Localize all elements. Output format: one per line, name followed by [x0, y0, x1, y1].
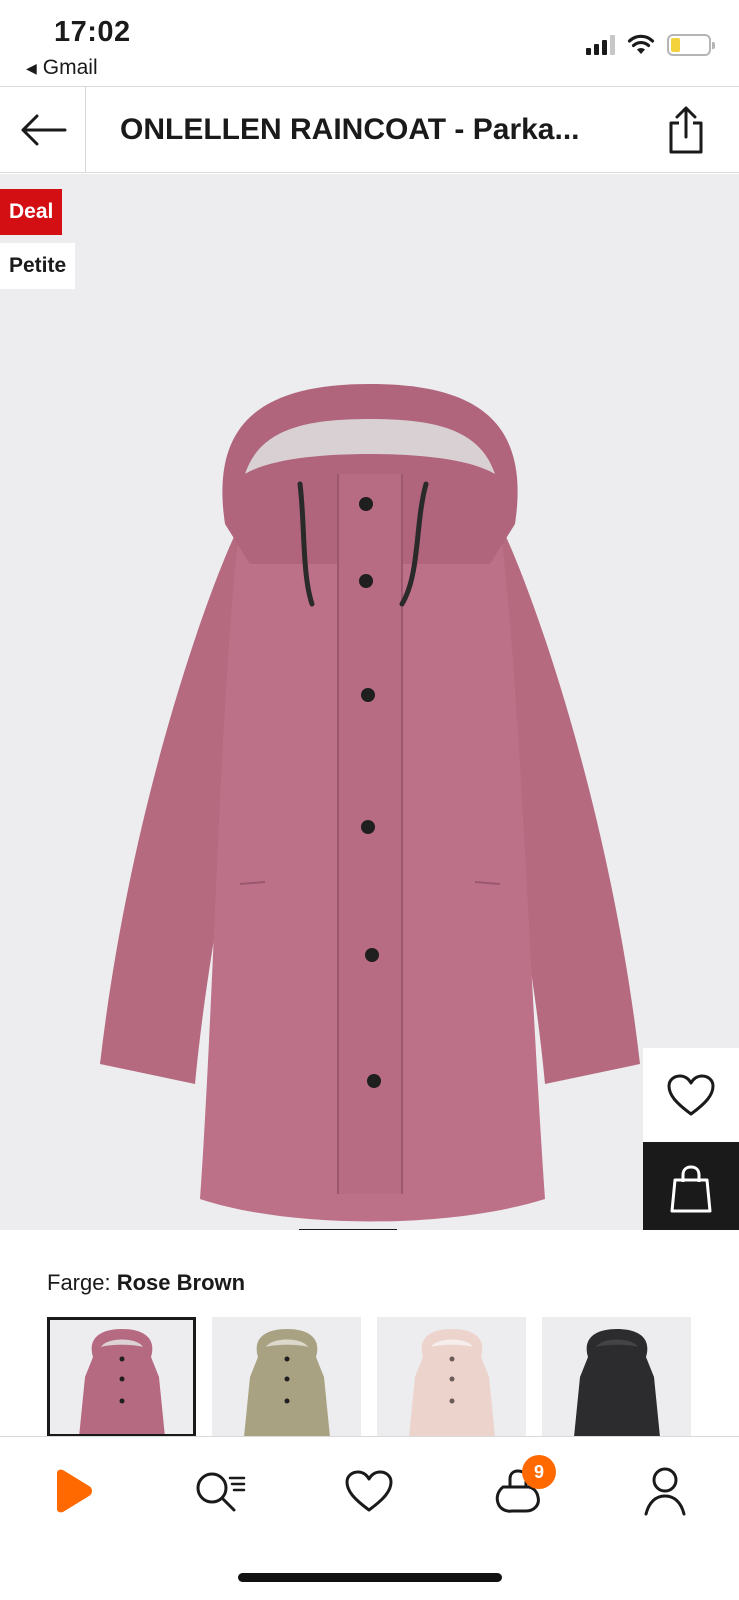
- home-indicator: [238, 1573, 502, 1582]
- system-icons: [586, 34, 715, 56]
- home-icon: [57, 1469, 92, 1513]
- search-icon: [196, 1472, 246, 1512]
- shopping-bag-icon: [670, 1165, 712, 1213]
- back-to-app-link[interactable]: ◀ Gmail: [26, 56, 98, 80]
- swatch-image-black: [574, 1329, 660, 1437]
- deal-badge: Deal: [0, 189, 63, 235]
- nav-bag[interactable]: 9: [486, 1455, 556, 1521]
- swatch-rose-brown[interactable]: [47, 1317, 196, 1437]
- nav-wishlist[interactable]: [337, 1461, 401, 1521]
- swatch-image-light-pink: [409, 1329, 495, 1437]
- product-image-carousel[interactable]: Deal Petite: [0, 174, 739, 1230]
- wishlist-button[interactable]: [643, 1048, 739, 1142]
- swatch-black[interactable]: [542, 1317, 691, 1437]
- color-label-prefix: Farge:: [47, 1270, 111, 1295]
- swatch-olive[interactable]: [212, 1317, 361, 1437]
- wifi-icon: [627, 34, 655, 54]
- profile-icon: [644, 1467, 686, 1516]
- petite-badge: Petite: [0, 243, 76, 289]
- swatch-image-olive: [244, 1329, 330, 1437]
- share-button[interactable]: [661, 103, 711, 157]
- status-time: 17:02: [54, 16, 131, 48]
- swatch-image-rose-brown: [79, 1329, 165, 1437]
- triangle-left-icon: ◀: [26, 59, 37, 76]
- signal-icon: [586, 35, 615, 55]
- color-label: Farge: Rose Brown: [47, 1270, 245, 1296]
- selected-color-name: Rose Brown: [116, 1270, 246, 1295]
- battery-icon: [667, 34, 715, 56]
- nav-home[interactable]: [40, 1461, 104, 1521]
- page-title: ONLELLEN RAINCOAT - Parka...: [120, 113, 580, 146]
- share-icon: [669, 106, 703, 154]
- heart-icon: [345, 1470, 393, 1512]
- back-app-label: Gmail: [42, 56, 98, 79]
- swatch-light-pink[interactable]: [377, 1317, 526, 1437]
- arrow-left-icon: [21, 114, 66, 145]
- product-image: [100, 384, 640, 1222]
- back-button[interactable]: [0, 87, 86, 172]
- product-header: ONLELLEN RAINCOAT - Parka...: [0, 86, 739, 173]
- carousel-indicator-active: [299, 1229, 397, 1230]
- nav-search[interactable]: [188, 1461, 252, 1521]
- add-to-bag-button[interactable]: [643, 1142, 739, 1230]
- color-swatches: [47, 1317, 691, 1437]
- nav-profile[interactable]: [633, 1461, 697, 1521]
- bag-count-badge: 9: [522, 1455, 556, 1489]
- heart-icon: [667, 1074, 715, 1116]
- status-bar: 17:02 ◀ Gmail: [0, 0, 739, 86]
